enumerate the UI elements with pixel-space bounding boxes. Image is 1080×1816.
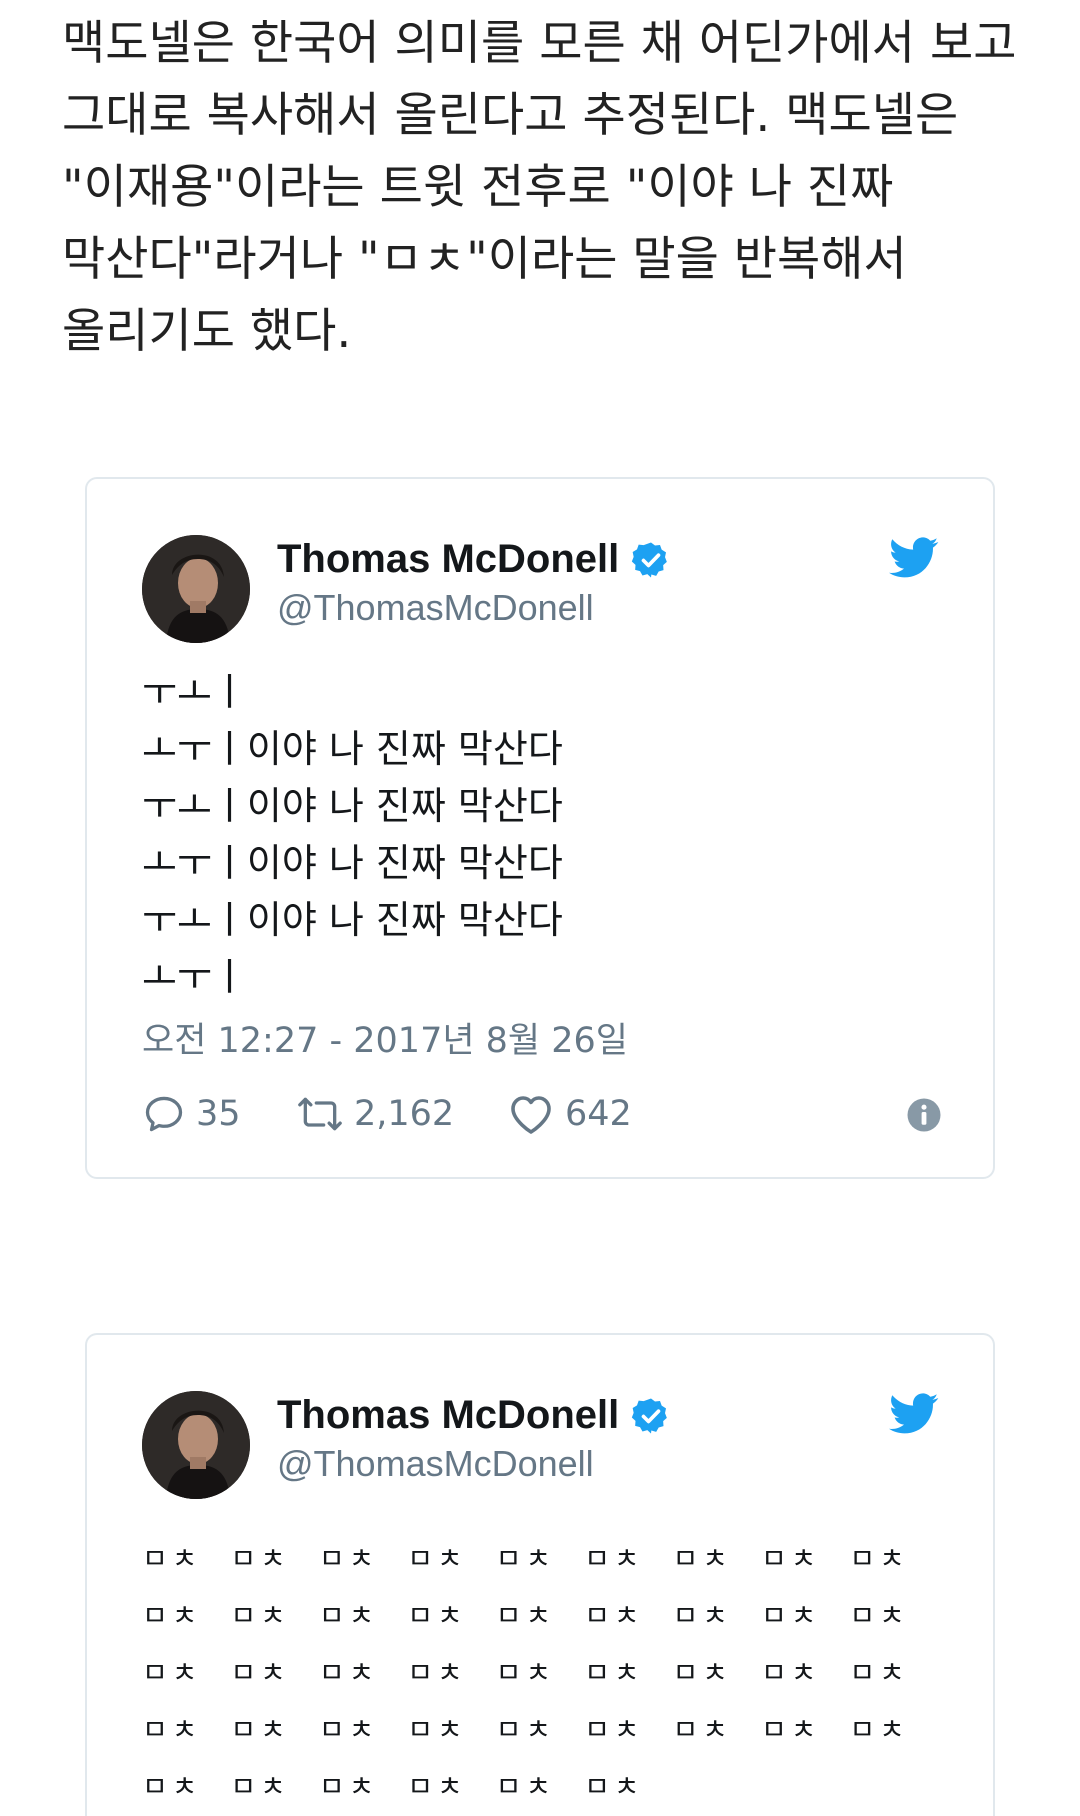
- avatar[interactable]: [142, 535, 250, 643]
- author-handle[interactable]: @ThomasMcDonell: [277, 587, 594, 629]
- tweet-text: ㅁㅊ ㅁㅊ ㅁㅊ ㅁㅊ ㅁㅊ ㅁㅊ ㅁㅊ ㅁㅊ ㅁㅊ ㅁㅊ ㅁㅊ ㅁㅊ ㅁㅊ ㅁ…: [142, 1542, 909, 1803]
- tweet-actions: 35 2,162 642: [142, 1089, 942, 1139]
- verified-badge-icon: [632, 1398, 668, 1433]
- avatar-image: [142, 1391, 250, 1499]
- twitter-bird-icon[interactable]: [889, 537, 939, 579]
- like-button[interactable]: 642: [507, 1089, 632, 1139]
- heart-icon: [511, 1096, 551, 1134]
- embedded-tweet[interactable]: Thomas McDonell @ThomasMcDonell ㅁㅊ ㅁㅊ ㅁㅊ…: [85, 1333, 995, 1816]
- verified-badge-icon: [632, 542, 668, 577]
- embedded-tweet[interactable]: Thomas McDonell @ThomasMcDonell ㅜㅗㅣ ㅗㅜㅣ이…: [85, 477, 995, 1179]
- tweet-timestamp[interactable]: 오전 12:27 - 2017년 8월 26일: [142, 1012, 628, 1063]
- retweet-count: 2,162: [354, 1094, 455, 1134]
- avatar-image: [142, 535, 250, 643]
- tweet-text: ㅜㅗㅣ ㅗㅜㅣ이야 나 진짜 막산다 ㅜㅗㅣ이야 나 진짜 막산다 ㅗㅜㅣ이야 …: [142, 670, 563, 999]
- avatar[interactable]: [142, 1391, 250, 1499]
- reply-count: 35: [196, 1094, 241, 1134]
- author-name[interactable]: Thomas McDonell: [277, 537, 671, 582]
- author-name-text: Thomas McDonell: [277, 537, 620, 581]
- author-handle[interactable]: @ThomasMcDonell: [277, 1443, 594, 1485]
- article-paragraph: 맥도넬은 한국어 의미를 모른 채 어딘가에서 보고 그대로 복사해서 올린다고…: [62, 16, 1017, 359]
- author-name[interactable]: Thomas McDonell: [277, 1393, 671, 1438]
- reply-button[interactable]: 35: [142, 1089, 241, 1139]
- speech-bubble-icon: [145, 1096, 183, 1132]
- twitter-bird-icon[interactable]: [889, 1393, 939, 1435]
- retweet-button[interactable]: 2,162: [296, 1089, 454, 1139]
- retweet-arrows-icon: [298, 1097, 342, 1131]
- like-count: 642: [565, 1094, 632, 1134]
- author-name-text: Thomas McDonell: [277, 1393, 620, 1437]
- info-icon[interactable]: [906, 1097, 942, 1133]
